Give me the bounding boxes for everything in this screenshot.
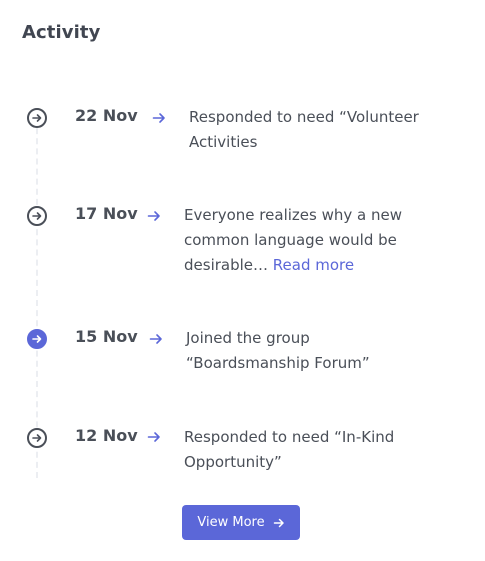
activity-text-line: Responded to need “Volunteer <box>189 108 419 126</box>
activity-text-line: Joined the group <box>186 329 310 347</box>
arrow-right-icon <box>147 209 161 223</box>
activity-text-line: Responded to need “In-Kind <box>184 428 395 446</box>
activity-text-line: Activities <box>189 133 258 151</box>
view-more-button[interactable]: View More <box>182 505 300 540</box>
arrow-circle-right-icon <box>27 108 47 128</box>
view-more-label: View More <box>197 515 265 530</box>
arrow-right-icon <box>147 430 161 444</box>
activity-text: Joined the group “Boardsmanship Forum” <box>186 326 370 376</box>
activity-text-line-last: desirable… Read more <box>184 253 402 278</box>
activity-text-fragment: desirable… <box>184 256 269 274</box>
activity-date: 22 Nov <box>75 106 138 125</box>
read-more-link[interactable]: Read more <box>273 256 354 274</box>
activity-text: Responded to need “Volunteer Activities <box>189 105 419 155</box>
arrow-circle-right-icon <box>27 329 47 349</box>
arrow-circle-right-icon <box>27 428 47 448</box>
activity-text-line: Everyone realizes why a new <box>184 206 402 224</box>
activity-text: Everyone realizes why a new common langu… <box>184 203 402 278</box>
arrow-right-icon <box>152 111 166 125</box>
timeline-line <box>36 118 38 478</box>
activity-date: 15 Nov <box>75 327 138 346</box>
activity-text-line: Opportunity” <box>184 453 282 471</box>
activity-title: Activity <box>22 22 101 43</box>
activity-date: 17 Nov <box>75 204 138 223</box>
arrow-right-icon <box>149 332 163 346</box>
activity-text-line: “Boardsmanship Forum” <box>186 354 370 372</box>
arrow-circle-right-icon <box>27 206 47 226</box>
activity-text-line: common language would be <box>184 231 397 249</box>
arrow-right-icon <box>273 517 285 529</box>
activity-date: 12 Nov <box>75 426 138 445</box>
activity-text: Responded to need “In-Kind Opportunity” <box>184 425 394 475</box>
